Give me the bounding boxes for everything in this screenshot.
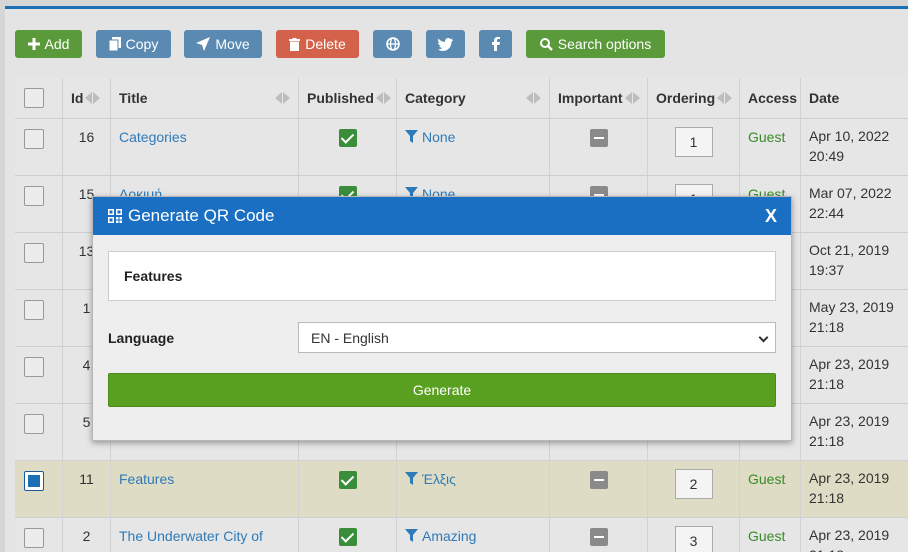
qrcode-icon	[108, 209, 122, 223]
qr-code-dialog: Generate QR Code X Features Language EN …	[92, 196, 792, 441]
language-select-value: EN - English	[311, 329, 389, 346]
chevron-down-icon	[758, 332, 769, 343]
generate-button-label: Generate	[412, 382, 472, 398]
dialog-title: Generate QR Code	[128, 206, 275, 225]
dialog-header: Generate QR Code X	[93, 197, 791, 235]
language-select[interactable]: EN - English	[298, 322, 776, 353]
language-label: Language	[108, 330, 175, 346]
item-title: Features	[124, 268, 183, 284]
item-title-box: Features	[108, 251, 776, 301]
generate-button[interactable]: Generate	[108, 373, 776, 407]
close-button[interactable]: X	[765, 206, 777, 227]
